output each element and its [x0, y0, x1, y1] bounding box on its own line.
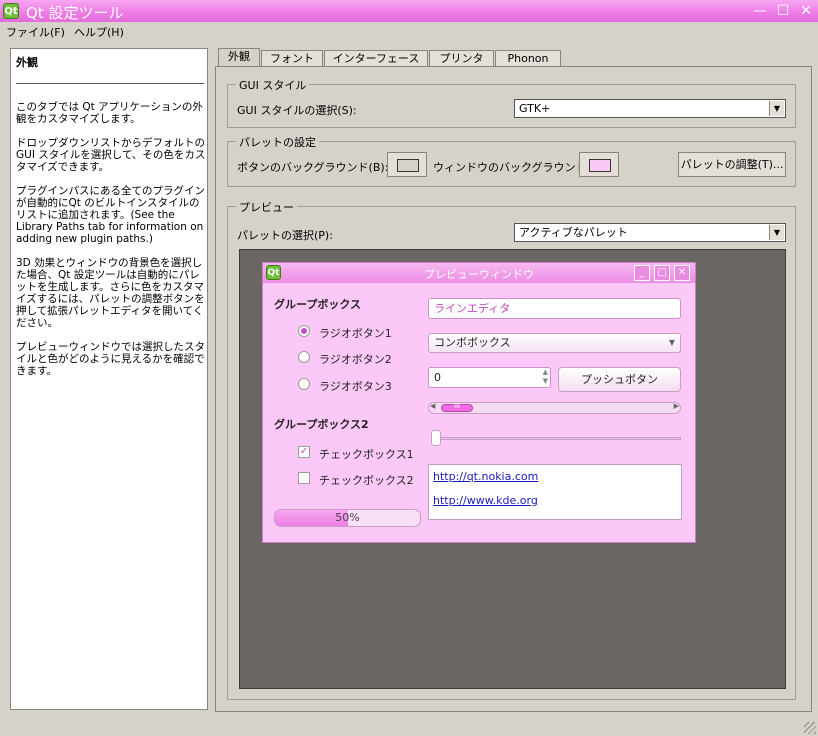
help-paragraph: プレビューウィンドウでは選択したスタイルと色がどのように見えるかを確認できます。 — [16, 341, 205, 377]
help-body: このタブでは Qt アプリケーションの外観をカスタマイズします。 ドロップダウン… — [16, 101, 206, 389]
minimize-button[interactable]: — — [752, 3, 768, 19]
progress-text: 50% — [335, 511, 360, 524]
preview-close-button[interactable]: ✕ — [674, 265, 690, 281]
button-bg-label: ボタンのバックグラウンド(B): — [237, 161, 389, 174]
link-qt-nokia[interactable]: http://qt.nokia.com — [433, 470, 538, 483]
palette-select-value: アクティブなパレット — [519, 226, 628, 239]
slider-handle[interactable] — [431, 430, 441, 446]
help-divider — [16, 83, 204, 84]
help-title: 外観 — [16, 56, 38, 69]
tab-printer[interactable]: プリンタ — [429, 50, 494, 67]
preview-group-title: プレビュー — [236, 199, 297, 215]
help-paragraph: 3D 効果とウィンドウの背景色を選択した場合、Qt 設定ツールは自動的にパレット… — [16, 257, 205, 329]
chevron-down-icon: ▼ — [668, 338, 675, 347]
menu-file[interactable]: ファイル(F) — [6, 24, 65, 40]
resize-grip[interactable] — [804, 722, 816, 734]
radio-label-2: ラジオボタン2 — [319, 353, 392, 366]
gui-style-group-title: GUI スタイル — [236, 77, 310, 93]
preview-minimize-button[interactable]: _ — [634, 265, 650, 281]
window-bg-label: ウィンドウのバックグラウンド( — [433, 161, 591, 174]
window-bg-color-button[interactable] — [579, 152, 619, 177]
groupbox2-title: グループボックス2 — [274, 418, 369, 431]
spin-arrows-icon[interactable]: ▲ ▼ — [543, 368, 548, 386]
palette-group: パレットの設定 ボタンのバックグラウンド(B): ウィンドウのバックグラウンド(… — [227, 134, 796, 187]
checkmark-icon: ✓ — [299, 446, 309, 457]
line-edit[interactable]: ラインエディタ — [428, 298, 681, 319]
radio-button-2[interactable] — [298, 351, 310, 363]
horizontal-scrollbar[interactable]: ◀ III ▶ — [428, 402, 681, 414]
checkbox-label-2: チェックボックス2 — [319, 474, 414, 487]
qt-logo-icon: Qt — [3, 3, 19, 19]
scrollbar-thumb[interactable]: III — [441, 402, 473, 412]
preview-window-titlebar: Qt プレビューウィンドウ _ □ ✕ — [263, 263, 695, 283]
adjust-palette-button[interactable]: パレットの調整(T)... — [678, 152, 786, 177]
tab-interface[interactable]: インターフェース — [324, 50, 428, 67]
window-title: Qt 設定ツール — [26, 4, 124, 22]
menu-help[interactable]: ヘルプ(H) — [74, 24, 124, 40]
checkbox-1[interactable]: ✓ — [298, 446, 310, 458]
tab-phonon[interactable]: Phonon — [495, 50, 561, 67]
help-panel: 外観 このタブでは Qt アプリケーションの外観をカスタマイズします。 ドロップ… — [10, 48, 208, 710]
palette-select-label: パレットの選択(P): — [237, 229, 333, 242]
preview-area: Qt プレビューウィンドウ _ □ ✕ グループボックス ラジオボタン1 ラジオ… — [239, 249, 786, 689]
combo-box[interactable]: コンボボックス ▼ — [428, 333, 681, 353]
chevron-down-icon: ▼ — [769, 101, 784, 116]
preview-maximize-button[interactable]: □ — [654, 265, 670, 281]
window-bg-swatch — [589, 159, 611, 172]
preview-window: Qt プレビューウィンドウ _ □ ✕ グループボックス ラジオボタン1 ラジオ… — [262, 262, 696, 543]
radio-label-1: ラジオボタン1 — [319, 327, 392, 340]
preview-group: プレビュー パレットの選択(P): アクティブなパレット ▼ Qt プレビューウ… — [227, 199, 796, 700]
appearance-tab-pane: GUI スタイル GUI スタイルの選択(S): GTK+ ▼ パレットの設定 … — [215, 66, 812, 712]
close-button[interactable]: ✕ — [798, 3, 814, 19]
menu-bar: ファイル(F) ヘルプ(H) — [0, 22, 818, 40]
help-paragraph: このタブでは Qt アプリケーションの外観をカスタマイズします。 — [16, 101, 203, 125]
scroll-left-icon[interactable]: ◀ — [430, 402, 435, 410]
window-titlebar[interactable]: Qt Qt 設定ツール — ☐ ✕ — [0, 0, 818, 22]
scrollbar-thumb-grip: III — [453, 402, 461, 410]
help-paragraph: プラグインパスにある全てのプラグインが自動的にQt のビルトインスタイルのリスト… — [16, 185, 205, 245]
palette-group-title: パレットの設定 — [236, 134, 319, 150]
radio-button-1[interactable] — [298, 325, 310, 337]
help-paragraph: ドロップダウンリストからデフォルトのGUI スタイルを選択して、その色をカスタマ… — [16, 137, 206, 173]
gui-style-value: GTK+ — [519, 102, 551, 115]
spin-box[interactable]: 0 ▲ ▼ — [428, 367, 551, 388]
tab-appearance[interactable]: 外観 — [218, 48, 260, 68]
preview-window-title: プレビューウィンドウ — [424, 268, 534, 281]
radio-label-3: ラジオボタン3 — [319, 380, 392, 393]
checkbox-label-1: チェックボックス1 — [319, 448, 414, 461]
gui-style-label: GUI スタイルの選択(S): — [237, 104, 357, 117]
tab-fonts[interactable]: フォント — [261, 50, 323, 67]
palette-select-combo[interactable]: アクティブなパレット ▼ — [514, 223, 786, 242]
push-button[interactable]: プッシュボタン — [558, 367, 681, 392]
maximize-button[interactable]: ☐ — [775, 3, 791, 19]
button-bg-swatch — [397, 159, 419, 172]
button-bg-color-button[interactable] — [387, 152, 427, 177]
checkbox-2[interactable] — [298, 472, 310, 484]
gui-style-combo[interactable]: GTK+ ▼ — [514, 99, 786, 118]
scroll-right-icon[interactable]: ▶ — [674, 402, 679, 410]
chevron-down-icon: ▼ — [769, 225, 784, 240]
gui-style-group: GUI スタイル GUI スタイルの選択(S): GTK+ ▼ — [227, 77, 796, 128]
slider-track[interactable] — [433, 437, 681, 440]
link-kde[interactable]: http://www.kde.org — [433, 494, 538, 507]
combo-box-value: コンボボックス — [434, 336, 511, 349]
progress-bar: 50% — [274, 509, 421, 527]
radio-button-3[interactable] — [298, 378, 310, 390]
groupbox1-title: グループボックス — [274, 298, 362, 311]
link-text-box: http://qt.nokia.com http://www.kde.org — [428, 464, 682, 520]
spin-box-value: 0 — [434, 371, 441, 384]
